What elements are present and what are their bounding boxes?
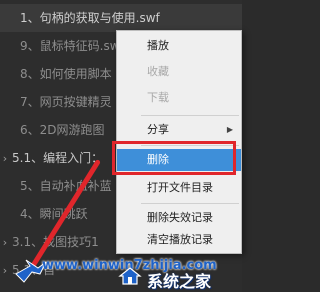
watermark-site-name: 系统之家 [147,272,212,291]
playlist-item-label: 8、如何使用脚本 [20,67,112,81]
submenu-arrow-icon: ▶ [226,125,233,134]
annotation-highlight-box [112,141,236,175]
playlist-item-label: 1、句柄的获取与使用.swf [20,11,160,25]
playlist-item-label: 5、自动补血补蓝 [20,179,112,193]
playlist-item-label: 9、鼠标特征码.sw [20,39,120,53]
menu-separator [141,115,239,116]
menu-item-favorite[interactable]: 收藏 [117,61,241,83]
playlist-item-label: 7、网页按键精灵 [20,95,112,109]
menu-item-remove-invalid[interactable]: 删除失效记录 [117,207,241,229]
chevron-right-icon: › [2,236,8,249]
playlist-item[interactable]: 1、句柄的获取与使用.swf [0,4,242,32]
playlist-item-label: 6、2D网游跑图 [20,123,105,137]
menu-item-open-folder[interactable]: 打开文件目录 [117,177,241,199]
menu-item-download[interactable]: 下载 [117,87,241,109]
playlist-item-label: 4、瞬间跳跃 [20,207,88,221]
chevron-right-icon: › [2,152,8,165]
menu-item-clear-history[interactable]: 清空播放记录 [117,229,241,251]
playlist-group-label: 5.1、编程入门： [12,151,104,165]
menu-item-play[interactable]: 播放 [117,35,241,57]
menu-separator [141,203,239,204]
menu-item-share[interactable]: 分享 ▶ [117,119,241,141]
watermark-house-icon [118,267,142,285]
watermark: www.winwin7zhijia.com 系统之家 [4,256,239,291]
